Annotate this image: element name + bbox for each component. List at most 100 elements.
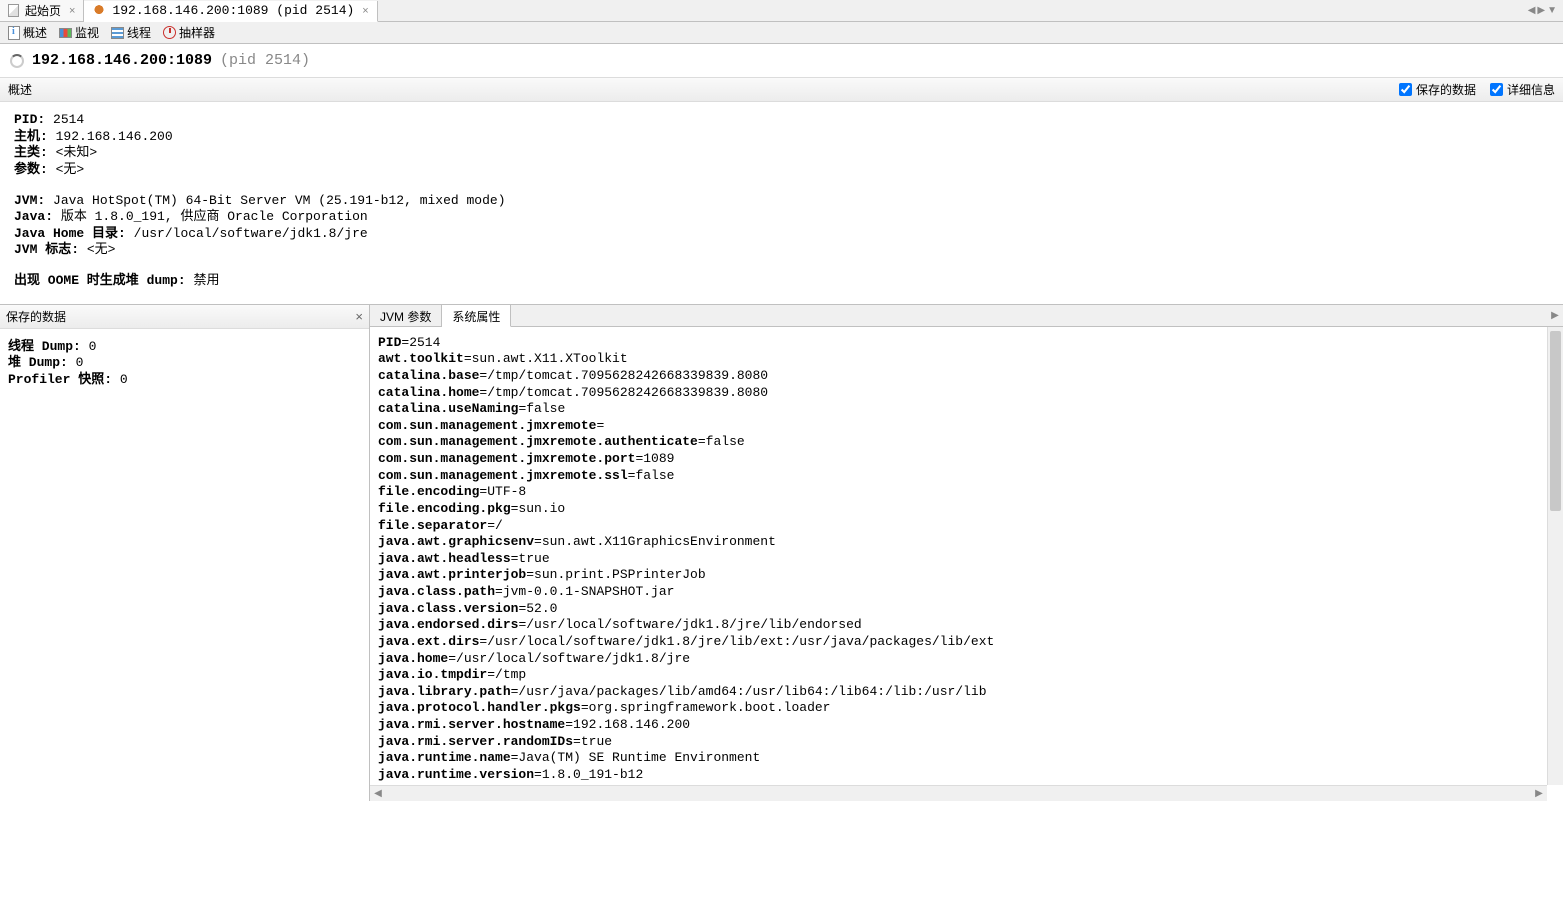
property-value: =Java(TM) SE Runtime Environment bbox=[511, 750, 761, 765]
property-key: java.ext.dirs bbox=[378, 634, 479, 649]
property-row: catalina.base=/tmp/tomcat.70956282426683… bbox=[378, 368, 1555, 385]
property-key: java.class.path bbox=[378, 584, 495, 599]
toolbar-label: 抽样器 bbox=[179, 24, 215, 41]
property-row: java.ext.dirs=/usr/local/software/jdk1.8… bbox=[378, 634, 1555, 651]
tab-list-icon[interactable]: ▼ bbox=[1547, 5, 1557, 16]
property-key: java.awt.printerjob bbox=[378, 567, 526, 582]
property-value: =true bbox=[573, 734, 612, 749]
property-row: java.class.path=jvm-0.0.1-SNAPSHOT.jar bbox=[378, 584, 1555, 601]
thread-dump-label: 线程 Dump: bbox=[8, 339, 81, 354]
toolbar-label: 线程 bbox=[127, 24, 151, 41]
scroll-left-icon[interactable]: ◀ bbox=[370, 788, 386, 799]
loading-icon bbox=[10, 54, 24, 68]
chart-icon bbox=[59, 28, 72, 38]
property-key: java.library.path bbox=[378, 684, 511, 699]
page-icon bbox=[8, 4, 19, 17]
property-row: file.separator=/ bbox=[378, 518, 1555, 535]
property-row: java.io.tmpdir=/tmp bbox=[378, 667, 1555, 684]
property-value: = bbox=[596, 418, 604, 433]
details-checkbox[interactable]: 详细信息 bbox=[1490, 81, 1555, 98]
tab-label: 192.168.146.200:1089 (pid 2514) bbox=[112, 3, 354, 18]
overview-button[interactable]: 概述 bbox=[4, 23, 51, 42]
checkbox-label: 详细信息 bbox=[1507, 81, 1555, 98]
property-row: java.class.version=52.0 bbox=[378, 601, 1555, 618]
close-icon[interactable]: × bbox=[355, 309, 363, 324]
checkbox-input[interactable] bbox=[1399, 83, 1412, 96]
heap-dump-label: 堆 Dump: bbox=[8, 355, 68, 370]
properties-subtabs: JVM 参数 系统属性 ▶ bbox=[370, 305, 1563, 327]
property-row: java.library.path=/usr/java/packages/lib… bbox=[378, 684, 1555, 701]
property-key: com.sun.management.jmxremote.ssl bbox=[378, 468, 628, 483]
property-key: java.runtime.name bbox=[378, 750, 511, 765]
tab-startpage[interactable]: 起始页 × bbox=[0, 0, 84, 21]
java-value: 版本 1.8.0_191, 供应商 Oracle Corporation bbox=[61, 209, 368, 224]
horizontal-scrollbar[interactable]: ◀ ▶ bbox=[370, 785, 1547, 801]
close-icon[interactable]: × bbox=[362, 5, 368, 17]
tab-next-icon[interactable]: ▶ bbox=[1537, 5, 1545, 16]
args-label: 参数: bbox=[14, 162, 48, 177]
tab-prev-icon[interactable]: ◀ bbox=[1528, 5, 1536, 16]
property-value: =52.0 bbox=[518, 601, 557, 616]
monitor-button[interactable]: 监视 bbox=[55, 23, 103, 42]
property-row: com.sun.management.jmxremote.ssl=false bbox=[378, 468, 1555, 485]
profiler-snap-value: 0 bbox=[120, 372, 128, 387]
property-key: PID bbox=[378, 335, 401, 350]
tab-system-properties[interactable]: 系统属性 bbox=[442, 305, 511, 327]
vertical-scrollbar[interactable] bbox=[1547, 327, 1563, 785]
property-key: java.protocol.handler.pkgs bbox=[378, 700, 581, 715]
scrollbar-track[interactable] bbox=[386, 786, 1531, 801]
tab-jvm-args[interactable]: JVM 参数 bbox=[370, 305, 442, 326]
property-value: =jvm-0.0.1-SNAPSHOT.jar bbox=[495, 584, 674, 599]
jvm-value: Java HotSpot(TM) 64-Bit Server VM (25.19… bbox=[53, 193, 505, 208]
property-row: java.awt.graphicsenv=sun.awt.X11Graphics… bbox=[378, 534, 1555, 551]
scrollbar-thumb[interactable] bbox=[1550, 331, 1561, 511]
oome-value: 禁用 bbox=[193, 273, 219, 288]
saved-data-checkbox[interactable]: 保存的数据 bbox=[1399, 81, 1476, 98]
property-key: file.encoding.pkg bbox=[378, 501, 511, 516]
property-value: =192.168.146.200 bbox=[565, 717, 690, 732]
scroll-right-icon[interactable]: ▶ bbox=[1547, 305, 1563, 326]
property-value: =/usr/local/software/jdk1.8/jre/lib/ext:… bbox=[479, 634, 994, 649]
property-value: =2514 bbox=[401, 335, 440, 350]
property-key: java.awt.graphicsenv bbox=[378, 534, 534, 549]
section-title: 概述 bbox=[8, 81, 32, 98]
host-label: 主机: bbox=[14, 129, 48, 144]
toolbar-label: 概述 bbox=[23, 24, 47, 41]
property-key: file.separator bbox=[378, 518, 487, 533]
overview-header: 概述 保存的数据 详细信息 bbox=[0, 77, 1563, 102]
property-key: java.endorsed.dirs bbox=[378, 617, 518, 632]
property-row: java.rmi.server.randomIDs=true bbox=[378, 734, 1555, 751]
javahome-value: /usr/local/software/jdk1.8/jre bbox=[134, 226, 368, 241]
property-value: =false bbox=[518, 401, 565, 416]
property-key: com.sun.management.jmxremote.authenticat… bbox=[378, 434, 698, 449]
java-label: Java: bbox=[14, 209, 53, 224]
checkbox-input[interactable] bbox=[1490, 83, 1503, 96]
sampler-button[interactable]: 抽样器 bbox=[159, 23, 219, 42]
jvmflags-label: JVM 标志: bbox=[14, 242, 79, 257]
java-icon bbox=[92, 4, 106, 18]
scroll-right-icon[interactable]: ▶ bbox=[1531, 788, 1547, 799]
close-icon[interactable]: × bbox=[69, 5, 75, 17]
property-value: =/tmp bbox=[487, 667, 526, 682]
property-row: PID=2514 bbox=[378, 335, 1555, 352]
property-row: com.sun.management.jmxremote.authenticat… bbox=[378, 434, 1555, 451]
system-properties-list: PID=2514awt.toolkit=sun.awt.X11.XToolkit… bbox=[370, 327, 1563, 801]
property-value: =sun.awt.X11.XToolkit bbox=[464, 351, 628, 366]
page-subtitle: (pid 2514) bbox=[220, 52, 310, 69]
tab-connection[interactable]: 192.168.146.200:1089 (pid 2514) × bbox=[84, 1, 377, 22]
property-row: catalina.useNaming=false bbox=[378, 401, 1555, 418]
property-key: com.sun.management.jmxremote bbox=[378, 418, 596, 433]
saved-data-body: 线程 Dump: 0 堆 Dump: 0 Profiler 快照: 0 bbox=[0, 329, 369, 399]
property-key: java.rmi.server.randomIDs bbox=[378, 734, 573, 749]
property-key: java.home bbox=[378, 651, 448, 666]
property-row: file.encoding=UTF-8 bbox=[378, 484, 1555, 501]
threads-button[interactable]: 线程 bbox=[107, 23, 155, 42]
property-row: awt.toolkit=sun.awt.X11.XToolkit bbox=[378, 351, 1555, 368]
pid-label: PID: bbox=[14, 112, 45, 127]
property-value: =/tmp/tomcat.7095628242668339839.8080 bbox=[479, 368, 768, 383]
property-key: com.sun.management.jmxremote.port bbox=[378, 451, 635, 466]
property-row: java.endorsed.dirs=/usr/local/software/j… bbox=[378, 617, 1555, 634]
property-row: java.awt.printerjob=sun.print.PSPrinterJ… bbox=[378, 567, 1555, 584]
tab-nav: ◀ ▶ ▼ bbox=[1528, 5, 1563, 16]
property-value: =/usr/java/packages/lib/amd64:/usr/lib64… bbox=[511, 684, 987, 699]
